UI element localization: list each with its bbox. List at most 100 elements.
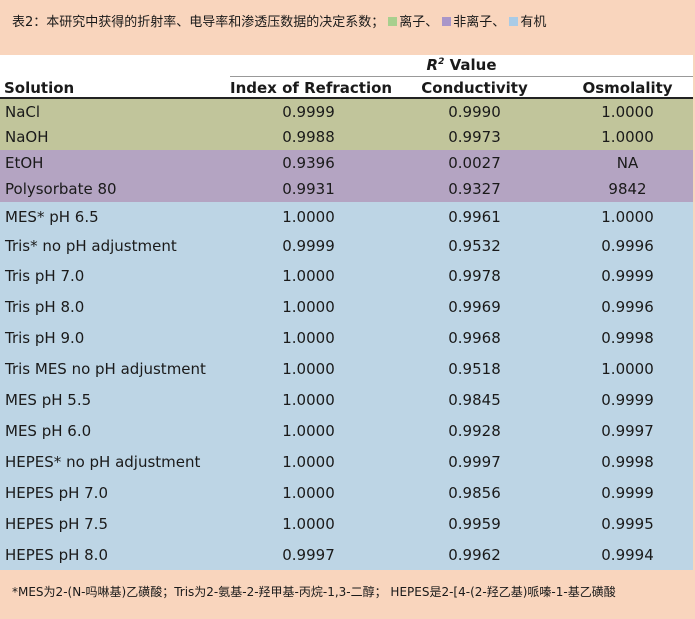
refraction-cell: 1.0000: [282, 421, 335, 440]
solution-cell: NaCl: [5, 102, 41, 121]
table-row: Polysorbate 80 0.9931 0.9327 9842: [0, 176, 694, 202]
solution-cell: Tris pH 7.0: [5, 266, 85, 285]
solution-cell: HEPES pH 7.5: [5, 514, 108, 533]
osmolality-cell: 1.0000: [601, 128, 654, 146]
table-row: Tris pH 7.0 1.0000 0.9978 0.9999: [0, 260, 694, 291]
conductivity-cell: 0.9969: [448, 297, 501, 316]
table-row: MES pH 6.0 1.0000 0.9928 0.9997: [0, 415, 694, 446]
osmolality-cell: 1.0000: [601, 207, 654, 226]
table-row: Tris pH 8.0 1.0000 0.9969 0.9996: [0, 291, 694, 322]
osmolality-cell: 0.9996: [601, 236, 654, 255]
refraction-cell: 0.9931: [282, 180, 335, 198]
column-header-row: Solution Index of Refraction Conductivit…: [0, 76, 694, 99]
refraction-cell: 1.0000: [282, 297, 335, 316]
refraction-cell: 1.0000: [282, 452, 335, 471]
group-header-row: R2 Value: [0, 55, 694, 77]
refraction-cell: 1.0000: [282, 266, 335, 285]
refraction-cell: 0.9999: [282, 102, 335, 121]
refraction-cell: 0.9999: [282, 236, 335, 255]
organic-legend-label: 有机: [520, 15, 547, 30]
table-row: NaOH 0.9988 0.9973 1.0000: [0, 124, 694, 150]
caption-text: 表2：本研究中获得的折射率、电导率和渗透压数据的决定系数；: [12, 15, 385, 30]
table-row: Tris* no pH adjustment 0.9999 0.9532 0.9996: [0, 231, 694, 260]
osmolality-cell: 1.0000: [601, 102, 654, 121]
refraction-cell: 0.9997: [282, 545, 335, 564]
refraction-cell: 1.0000: [282, 390, 335, 409]
solution-cell: HEPES* no pH adjustment: [5, 452, 201, 471]
nonionic-legend-swatch: [442, 17, 452, 26]
organic-legend-swatch: [509, 17, 519, 26]
column-header-conductivity: Conductivity: [387, 76, 562, 99]
osmolality-cell: 0.9998: [601, 328, 654, 347]
table-row: EtOH 0.9396 0.0027 NA: [0, 150, 694, 176]
osmolality-cell: 9842: [608, 180, 647, 198]
osmolality-cell: 0.9999: [601, 390, 654, 409]
header-spacer: [0, 55, 230, 76]
footnote: *MES为2-(N-吗啉基)乙磺酸；Tris为2-氨基-2-羟甲基-丙烷-1,3…: [12, 585, 616, 599]
table-row: HEPES pH 8.0 0.9997 0.9962 0.9994: [0, 539, 694, 570]
solution-cell: MES pH 6.0: [5, 421, 92, 440]
solution-cell: MES* pH 6.5: [5, 207, 99, 226]
column-header-osmolality: Osmolality: [562, 76, 694, 99]
solution-cell: MES pH 5.5: [5, 390, 92, 409]
conductivity-cell: 0.9327: [448, 180, 501, 198]
osmolality-cell: 0.9999: [601, 483, 654, 502]
conductivity-cell: 0.9962: [448, 545, 501, 564]
r2-data-table: R2 Value Solution Index of Refraction Co…: [0, 55, 694, 570]
table-row: Tris MES no pH adjustment 1.0000 0.9518 1.0…: [0, 353, 694, 384]
table-row: MES* pH 6.5 1.0000 0.9961 1.0000: [0, 202, 694, 231]
osmolality-cell: NA: [616, 154, 639, 172]
osmolality-cell: 0.9995: [601, 514, 654, 533]
refraction-cell: 1.0000: [282, 328, 335, 347]
table-row: NaCl 0.9999 0.9990 1.0000: [0, 98, 694, 124]
table-row: MES pH 5.5 1.0000 0.9845 0.9999: [0, 384, 694, 415]
conductivity-cell: 0.9532: [448, 236, 501, 255]
conductivity-cell: 0.9968: [448, 328, 501, 347]
refraction-cell: 1.0000: [282, 483, 335, 502]
solution-cell: EtOH: [5, 154, 44, 172]
osmolality-cell: 0.9997: [601, 421, 654, 440]
conductivity-cell: 0.9518: [448, 359, 501, 378]
table-row: HEPES pH 7.5 1.0000 0.9959 0.9995: [0, 508, 694, 539]
conductivity-cell: 0.9961: [448, 207, 501, 226]
solution-cell: HEPES pH 8.0: [5, 545, 108, 564]
table-caption: 表2：本研究中获得的折射率、电导率和渗透压数据的决定系数； 离子、 非离子、 有机: [12, 13, 546, 33]
column-header-refraction: Index of Refraction: [230, 76, 392, 99]
solution-cell: Polysorbate 80: [5, 180, 117, 198]
table-row: HEPES* no pH adjustment 1.0000 0.9997 0.999…: [0, 446, 694, 477]
conductivity-cell: 0.9978: [448, 266, 501, 285]
solution-cell: Tris MES no pH adjustment: [5, 359, 206, 378]
refraction-cell: 1.0000: [282, 359, 335, 378]
r2-value-header: R2 Value: [230, 55, 694, 77]
solution-cell: Tris* no pH adjustment: [5, 236, 177, 255]
ionic-legend-swatch: [388, 17, 398, 26]
solution-cell: Tris pH 8.0: [5, 297, 85, 316]
conductivity-cell: 0.9928: [448, 421, 501, 440]
osmolality-cell: 0.9994: [601, 545, 654, 564]
osmolality-cell: 0.9996: [601, 297, 654, 316]
conductivity-cell: 0.9990: [448, 102, 501, 121]
data-table-container: R2 Value Solution Index of Refraction Co…: [0, 55, 694, 570]
conductivity-cell: 0.9856: [448, 483, 501, 502]
osmolality-cell: 1.0000: [601, 359, 654, 378]
column-header-solution: Solution: [0, 76, 230, 99]
conductivity-cell: 0.9845: [448, 390, 501, 409]
conductivity-cell: 0.9997: [448, 452, 501, 471]
table-row: HEPES pH 7.0 1.0000 0.9856 0.9999: [0, 477, 694, 508]
refraction-cell: 0.9396: [282, 154, 335, 172]
table-row: Tris pH 9.0 1.0000 0.9968 0.9998: [0, 322, 694, 353]
solution-cell: Tris pH 9.0: [5, 328, 85, 347]
solution-cell: HEPES pH 7.0: [5, 483, 108, 502]
conductivity-cell: 0.9959: [448, 514, 501, 533]
conductivity-cell: 0.0027: [448, 154, 501, 172]
nonionic-legend-label: 非离子、: [453, 15, 506, 30]
solution-cell: NaOH: [5, 128, 49, 146]
ionic-legend-label: 离子、: [399, 15, 439, 30]
conductivity-cell: 0.9973: [448, 128, 501, 146]
osmolality-cell: 0.9999: [601, 266, 654, 285]
refraction-cell: 0.9988: [282, 128, 335, 146]
osmolality-cell: 0.9998: [601, 452, 654, 471]
refraction-cell: 1.0000: [282, 207, 335, 226]
table-body: NaCl 0.9999 0.9990 1.0000 NaOH 0.9988 0.9973 1.…: [0, 98, 694, 570]
refraction-cell: 1.0000: [282, 514, 335, 533]
